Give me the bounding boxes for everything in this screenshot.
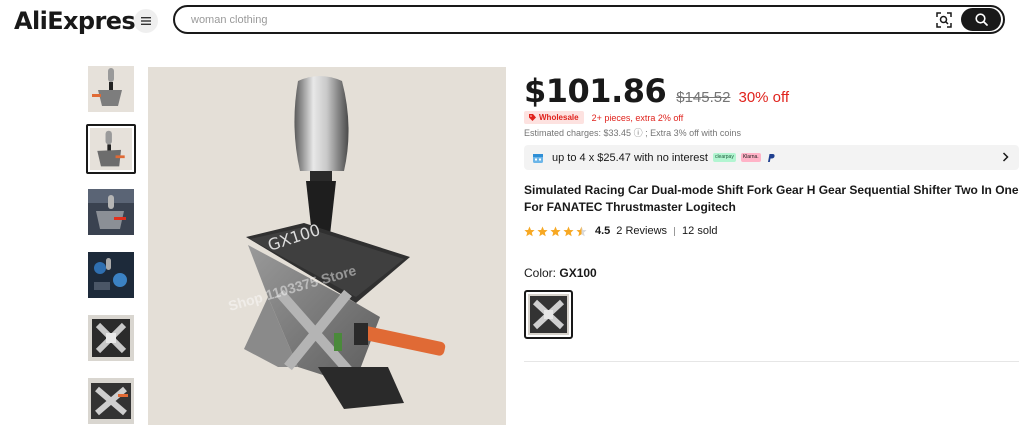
product-thumbnail-image bbox=[88, 252, 134, 298]
section-divider bbox=[524, 361, 1019, 362]
product-thumbnail-image bbox=[90, 128, 132, 170]
installment-calendar-icon bbox=[533, 153, 543, 163]
color-label: Color: GX100 bbox=[524, 266, 597, 280]
product-thumbnail-image bbox=[88, 378, 134, 424]
image-search-icon[interactable] bbox=[935, 11, 953, 29]
tag-icon bbox=[529, 114, 536, 121]
wholesale-row: Wholesale 2+ pieces, extra 2% off bbox=[524, 111, 683, 124]
product-thumbnail-image bbox=[88, 189, 134, 235]
paypal-icon bbox=[767, 153, 775, 162]
rating-row: 4.5 2 Reviews 12 sold bbox=[524, 225, 718, 237]
search-input[interactable] bbox=[191, 11, 891, 29]
search-bar bbox=[173, 5, 1005, 34]
color-swatch-image bbox=[528, 294, 569, 335]
rating-value: 4.5 bbox=[595, 225, 611, 237]
klarna-icon: Klarna. bbox=[740, 153, 761, 162]
thumbnail-5[interactable] bbox=[86, 313, 136, 363]
thumbnail-2[interactable] bbox=[86, 124, 136, 174]
color-label-key: Color: bbox=[524, 266, 557, 280]
star-rating[interactable] bbox=[524, 226, 587, 237]
separator bbox=[674, 226, 676, 236]
star-icon bbox=[537, 226, 548, 236]
wholesale-text: 2+ pieces, extra 2% off bbox=[591, 112, 684, 123]
color-option-gx100[interactable] bbox=[524, 290, 573, 339]
discount-label: 30% off bbox=[738, 89, 790, 106]
gear-shifter-photo: GX100 Shop 1103375 Store bbox=[148, 67, 506, 425]
estimated-charges[interactable]: Estimated charges: $33.45 ⓘ ; Extra 3% o… bbox=[524, 126, 741, 139]
clearpay-icon: clearpay bbox=[712, 153, 736, 162]
star-icon bbox=[550, 226, 561, 236]
thumbnail-3[interactable] bbox=[86, 187, 136, 237]
thumbnail-6[interactable] bbox=[86, 376, 136, 426]
price-row: $101.86 $145.52 30% off bbox=[524, 72, 789, 110]
installment-text: up to 4 x $25.47 with no interest bbox=[552, 151, 708, 164]
main-product-image[interactable]: GX100 Shop 1103375 Store bbox=[148, 67, 506, 425]
product-thumbnail-image bbox=[88, 315, 134, 361]
thumbnail-4[interactable] bbox=[86, 250, 136, 300]
star-icon bbox=[524, 226, 535, 236]
star-icon bbox=[563, 226, 574, 236]
product-thumbnail-image bbox=[88, 66, 134, 112]
wholesale-badge-label: Wholesale bbox=[539, 113, 579, 122]
current-price: $101.86 bbox=[524, 72, 667, 110]
sold-count: 12 sold bbox=[682, 225, 718, 237]
installment-banner[interactable]: up to 4 x $25.47 with no interest clearp… bbox=[524, 145, 1019, 170]
hamburger-menu-icon bbox=[141, 17, 151, 25]
thumbnail-1[interactable] bbox=[86, 64, 136, 114]
star-icon bbox=[576, 226, 587, 236]
color-label-value: GX100 bbox=[559, 266, 597, 280]
chevron-right-icon bbox=[1002, 152, 1009, 162]
search-icon bbox=[974, 13, 988, 26]
product-title: Simulated Racing Car Dual-mode Shift For… bbox=[524, 183, 1019, 214]
reviews-link[interactable]: 2 Reviews bbox=[616, 225, 667, 237]
search-button[interactable] bbox=[961, 8, 1001, 31]
menu-button[interactable] bbox=[134, 9, 158, 33]
original-price: $145.52 bbox=[676, 89, 731, 106]
aliexpress-logo[interactable]: AliExpress bbox=[14, 7, 149, 35]
wholesale-badge: Wholesale bbox=[524, 111, 584, 124]
